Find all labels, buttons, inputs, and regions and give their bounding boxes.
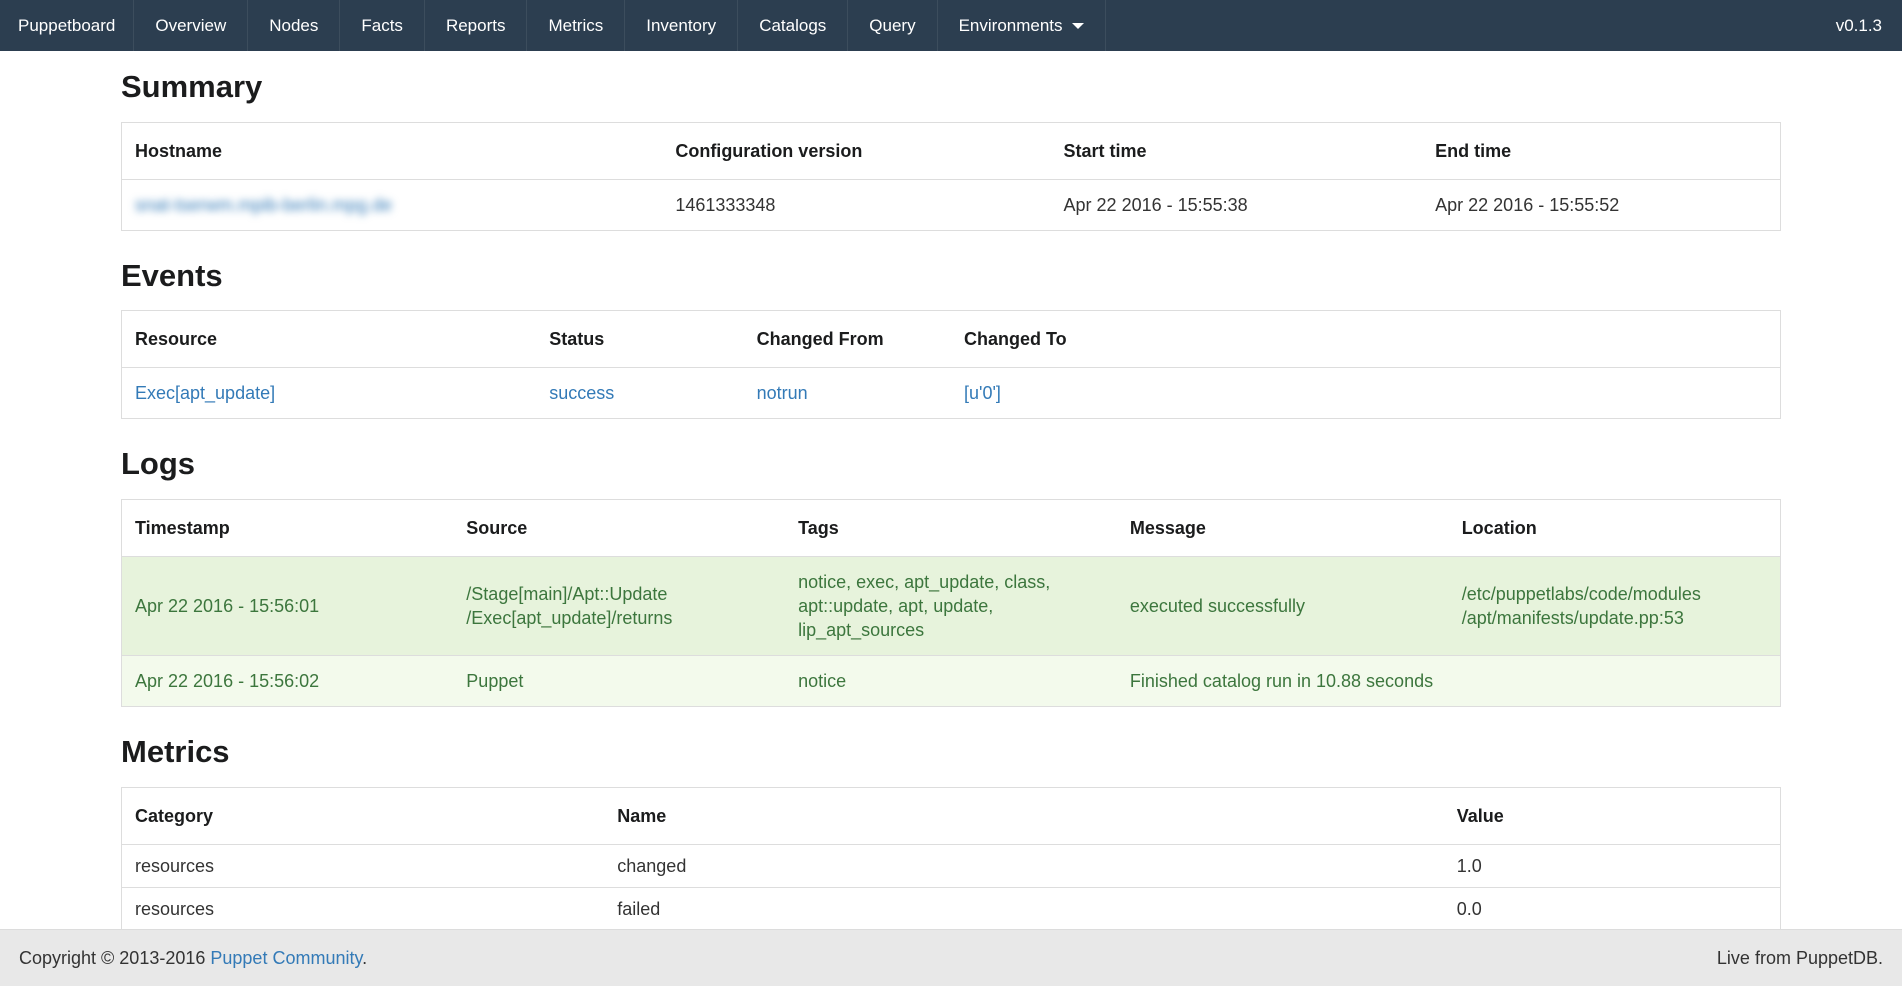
log-location-cell [1449,655,1781,706]
events-col-changed-to: Changed To [951,311,1781,368]
log-tags-cell: notice [785,655,1117,706]
top-navbar: Puppetboard Overview Nodes Facts Reports… [0,0,1902,51]
changed-from-link[interactable]: notrun [757,383,808,403]
hostname-link[interactable]: snat-tserwm.mpib-berlin.mpg.de [135,195,392,215]
log-message-cell: executed successfully [1117,556,1449,655]
logs-heading: Logs [121,446,1781,482]
metric-name-cell: failed [604,887,1443,930]
nav-item-facts[interactable]: Facts [340,0,425,51]
logs-col-timestamp: Timestamp [122,499,454,556]
logs-col-source: Source [453,499,785,556]
configuration-version-cell: 1461333348 [662,179,1050,230]
summary-col-start-time: Start time [1051,122,1423,179]
log-location-cell: /etc/puppetlabs/code/modules /apt/manife… [1449,556,1781,655]
nav-item-environments-label: Environments [959,16,1063,36]
nav-item-catalogs[interactable]: Catalogs [738,0,848,51]
metric-value-cell: 0.0 [1444,887,1781,930]
summary-col-end-time: End time [1422,122,1780,179]
puppet-community-link[interactable]: Puppet Community [210,948,362,968]
main-content: Summary Hostname Configuration version S… [0,69,1902,986]
end-time-cell: Apr 22 2016 - 15:55:52 [1422,179,1780,230]
events-col-status: Status [536,311,743,368]
metrics-col-category: Category [122,787,605,844]
nav-item-environments[interactable]: Environments [938,0,1106,51]
version-label: v0.1.3 [1816,0,1902,51]
summary-table: Hostname Configuration version Start tim… [121,122,1781,231]
log-tags-cell: notice, exec, apt_update, class, apt::up… [785,556,1117,655]
log-row: Apr 22 2016 - 15:56:02 Puppet notice Fin… [122,655,1781,706]
log-timestamp-cell: Apr 22 2016 - 15:56:01 [122,556,454,655]
nav-item-query[interactable]: Query [848,0,937,51]
metrics-header-row: Category Name Value [122,787,1781,844]
log-row: Apr 22 2016 - 15:56:01 /Stage[main]/Apt:… [122,556,1781,655]
metric-value-cell: 1.0 [1444,844,1781,887]
nav-item-overview[interactable]: Overview [134,0,248,51]
events-table-row: Exec[apt_update] success notrun [u'0'] [122,368,1781,419]
log-source-cell: Puppet [453,655,785,706]
nav-item-reports[interactable]: Reports [425,0,528,51]
summary-table-row: snat-tserwm.mpib-berlin.mpg.de 146133334… [122,179,1781,230]
metric-row: resources failed 0.0 [122,887,1781,930]
changed-from-cell: notrun [744,368,951,419]
resource-link[interactable]: Exec[apt_update] [135,383,275,403]
footer-copyright: Copyright © 2013-2016 Puppet Community. [19,948,367,969]
nav-item-nodes[interactable]: Nodes [248,0,340,51]
metric-category-cell: resources [122,887,605,930]
navbar-brand[interactable]: Puppetboard [0,0,134,51]
logs-header-row: Timestamp Source Tags Message Location [122,499,1781,556]
nav-item-metrics[interactable]: Metrics [527,0,625,51]
logs-section: Logs Timestamp Source Tags Message Locat… [121,446,1781,707]
log-source-cell: /Stage[main]/Apt::Update /Exec[apt_updat… [453,556,785,655]
summary-header-row: Hostname Configuration version Start tim… [122,122,1781,179]
nav-item-inventory[interactable]: Inventory [625,0,738,51]
chevron-down-icon [1072,23,1084,29]
changed-to-link[interactable]: [u'0'] [964,383,1001,403]
resource-cell: Exec[apt_update] [122,368,537,419]
events-header-row: Resource Status Changed From Changed To [122,311,1781,368]
hostname-cell: snat-tserwm.mpib-berlin.mpg.de [122,179,663,230]
footer-live-status: Live from PuppetDB. [1717,948,1883,969]
footer: Copyright © 2013-2016 Puppet Community. … [0,929,1902,986]
events-col-changed-from: Changed From [744,311,951,368]
summary-heading: Summary [121,69,1781,105]
logs-col-location: Location [1449,499,1781,556]
metrics-col-value: Value [1444,787,1781,844]
summary-col-hostname: Hostname [122,122,663,179]
metrics-heading: Metrics [121,734,1781,770]
events-table: Resource Status Changed From Changed To … [121,310,1781,419]
events-heading: Events [121,258,1781,294]
logs-col-message: Message [1117,499,1449,556]
events-section: Events Resource Status Changed From Chan… [121,258,1781,420]
copyright-text: Copyright © 2013-2016 [19,948,210,968]
summary-col-configuration-version: Configuration version [662,122,1050,179]
status-cell: success [536,368,743,419]
events-col-resource: Resource [122,311,537,368]
log-timestamp-cell: Apr 22 2016 - 15:56:02 [122,655,454,706]
metric-name-cell: changed [604,844,1443,887]
start-time-cell: Apr 22 2016 - 15:55:38 [1051,179,1423,230]
navbar-spacer [1106,0,1816,51]
logs-col-tags: Tags [785,499,1117,556]
metric-row: resources changed 1.0 [122,844,1781,887]
status-link[interactable]: success [549,383,614,403]
logs-table: Timestamp Source Tags Message Location A… [121,499,1781,707]
copyright-period: . [362,948,367,968]
changed-to-cell: [u'0'] [951,368,1781,419]
log-message-cell: Finished catalog run in 10.88 seconds [1117,655,1449,706]
metric-category-cell: resources [122,844,605,887]
metrics-col-name: Name [604,787,1443,844]
summary-section: Summary Hostname Configuration version S… [121,69,1781,231]
